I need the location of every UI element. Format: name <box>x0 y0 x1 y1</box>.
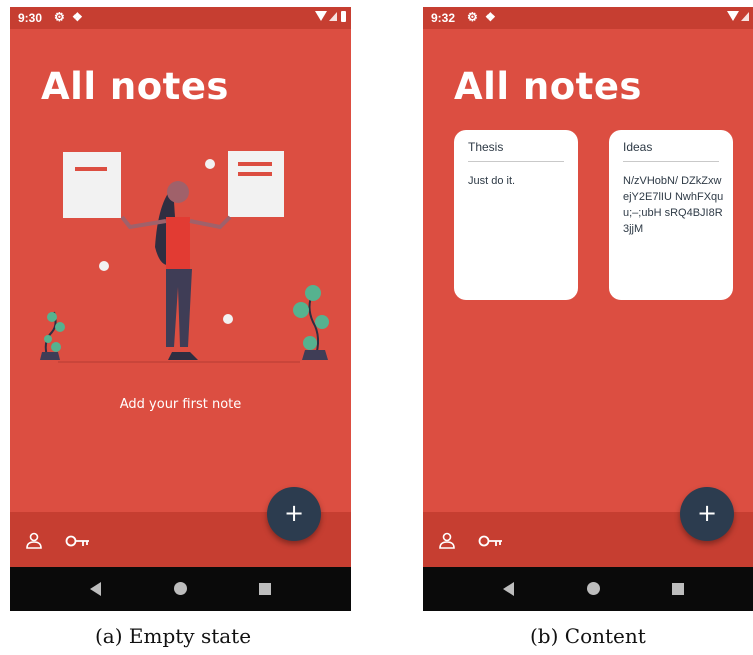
system-navigation-bar <box>10 567 351 611</box>
gear-icon: ⚙ <box>467 10 478 24</box>
note-title: Thesis <box>468 140 504 154</box>
battery-icon <box>341 11 346 22</box>
add-note-button[interactable]: + <box>267 487 321 541</box>
phone-screen-content: 9:32 ⚙ ❖ All notes Thesis Just do it. Id… <box>423 7 753 611</box>
empty-state-illustration <box>40 151 329 363</box>
home-icon[interactable] <box>587 582 600 595</box>
recent-apps-icon[interactable] <box>672 583 684 595</box>
add-note-button[interactable]: + <box>680 487 734 541</box>
signal-icon <box>741 12 749 21</box>
back-icon[interactable] <box>90 582 101 596</box>
package-icon: ❖ <box>72 10 83 24</box>
system-navigation-bar <box>423 567 753 611</box>
empty-state-message: Add your first note <box>119 397 242 412</box>
note-divider <box>468 161 564 162</box>
note-card[interactable]: Ideas N/zVHobN/ DZkZxwejY2E7lIU NwhFXquu… <box>609 130 733 300</box>
package-icon: ❖ <box>485 10 496 24</box>
phone-screen-empty-state: 9:30 ⚙ ❖ All notes Add your first note + <box>10 7 351 611</box>
note-body: N/zVHobN/ DZkZxwejY2E7lIU NwhFXquu;–;ubH… <box>623 175 724 235</box>
wifi-icon <box>727 11 739 21</box>
note-title: Ideas <box>623 140 653 154</box>
gear-icon: ⚙ <box>54 10 65 24</box>
wifi-icon <box>315 11 327 21</box>
status-time: 9:32 <box>431 11 456 25</box>
status-bar: 9:32 ⚙ ❖ <box>423 7 753 29</box>
figure-caption: (b) Content <box>530 624 646 648</box>
status-bar: 9:30 ⚙ ❖ <box>10 7 351 29</box>
key-icon[interactable] <box>478 534 504 548</box>
back-icon[interactable] <box>503 582 514 596</box>
note-divider <box>623 161 719 162</box>
home-icon[interactable] <box>174 582 187 595</box>
status-time: 9:30 <box>18 11 43 25</box>
person-icon[interactable] <box>438 532 456 550</box>
figure-caption: (a) Empty state <box>95 624 252 648</box>
person-icon[interactable] <box>25 532 43 550</box>
page-title: All notes <box>454 65 642 108</box>
key-icon[interactable] <box>65 534 91 548</box>
signal-icon <box>329 12 337 21</box>
note-body: Just do it. <box>468 175 516 187</box>
note-card[interactable]: Thesis Just do it. <box>454 130 578 300</box>
recent-apps-icon[interactable] <box>259 583 271 595</box>
page-title: All notes <box>41 65 229 108</box>
